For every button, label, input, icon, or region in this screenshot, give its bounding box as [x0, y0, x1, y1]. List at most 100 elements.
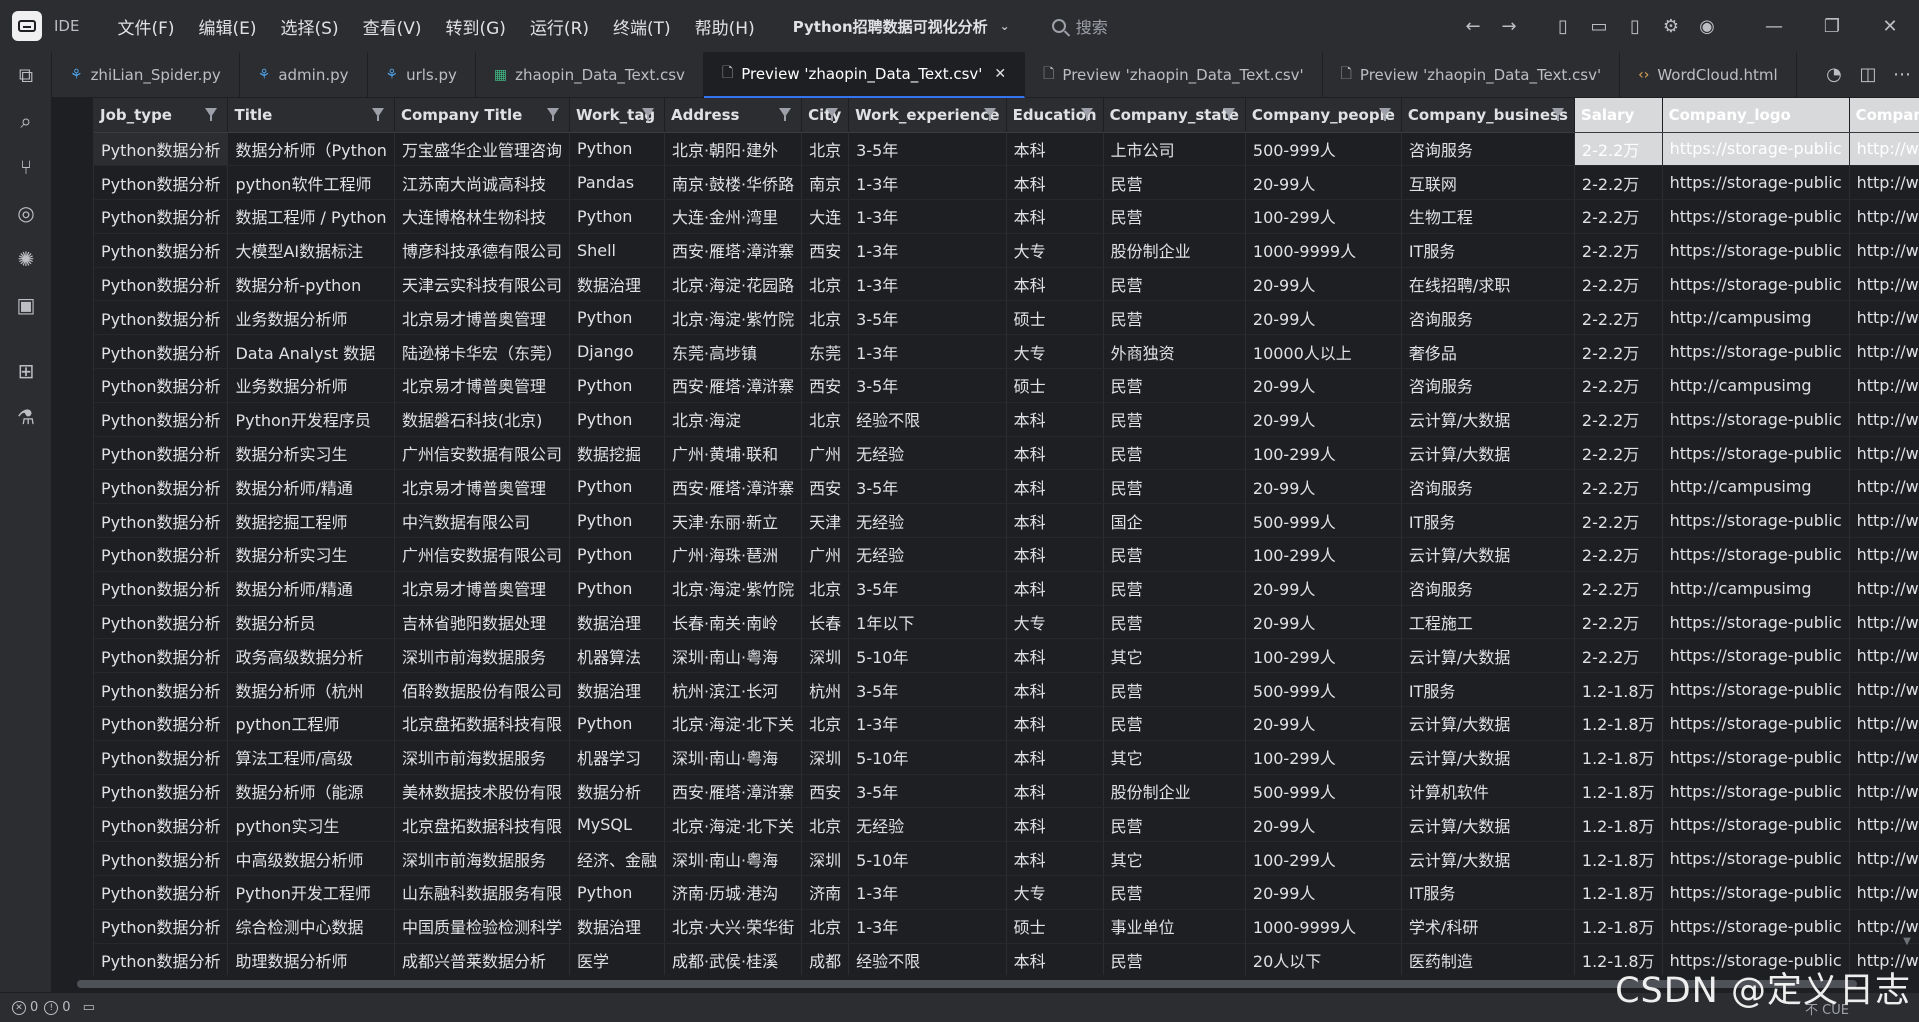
- table-row[interactable]: Python数据分析 大模型AI数据标注 博彦科技承德有限公司 Shell 西安·雁塔·…: [94, 233, 1919, 268]
- table-row[interactable]: Python数据分析 数据挖掘工程师 中汽数据有限公司 Python 天津·东丽·新立天…: [94, 503, 1919, 539]
- project-switcher[interactable]: Python招聘数据可视化分析 ⌄: [793, 16, 1010, 37]
- table-cell[interactable]: https://storage-public: [1662, 334, 1850, 370]
- menu-item[interactable]: 选择(S): [281, 14, 339, 39]
- table-cell[interactable]: 北京: [801, 300, 850, 336]
- table-cell[interactable]: 业务数据分析师: [227, 300, 395, 336]
- table-row[interactable]: Python数据分析 业务数据分析师 北京易才博普奥管理 Python 北京·海淀·紫竹…: [94, 300, 1919, 336]
- column-header[interactable]: Company_logo: [1662, 98, 1850, 133]
- table-row[interactable]: Python数据分析 Python开发程序员 数据磐石科技(北京) Python 北京·…: [94, 402, 1919, 437]
- table-cell[interactable]: 1.2-1.8万: [1574, 875, 1663, 910]
- table-cell[interactable]: Python数据分析: [94, 807, 229, 843]
- table-cell[interactable]: http://www.zhaopin: [1849, 706, 1919, 741]
- table-cell[interactable]: Python数据分析: [94, 740, 229, 775]
- table-cell[interactable]: 民营: [1103, 571, 1246, 606]
- column-header[interactable]: Salary: [1574, 98, 1663, 133]
- table-cell[interactable]: 2-2.2万: [1574, 503, 1663, 539]
- table-cell[interactable]: 20-99人: [1245, 571, 1402, 606]
- table-cell[interactable]: 大专: [1006, 334, 1104, 370]
- table-cell[interactable]: 外商独资: [1103, 334, 1246, 370]
- table-cell[interactable]: 1-3年: [848, 334, 1007, 370]
- scrollbar-thumb[interactable]: [77, 980, 1857, 988]
- table-cell[interactable]: 2-2.2万: [1574, 436, 1663, 471]
- table-cell[interactable]: 民营: [1103, 436, 1246, 471]
- table-cell[interactable]: MySQL: [569, 807, 665, 843]
- table-cell[interactable]: http://www.zhaopin: [1849, 165, 1919, 201]
- tab-5[interactable]: 🗋 Preview 'zhaopin_Data_Text.csv': [1025, 52, 1323, 98]
- table-cell[interactable]: IT服务: [1401, 233, 1575, 268]
- table-cell[interactable]: https://storage-public: [1662, 233, 1850, 268]
- table-cell[interactable]: 3-5年: [848, 672, 1007, 708]
- explorer-icon[interactable]: ⧉: [0, 52, 52, 98]
- table-cell[interactable]: 事业单位: [1103, 909, 1246, 944]
- table-cell[interactable]: 数据分析师（杭州: [227, 672, 395, 708]
- table-cell[interactable]: 北京盘拓数据科技有限: [394, 807, 570, 843]
- table-cell[interactable]: https://storage-public: [1662, 503, 1850, 539]
- table-cell[interactable]: 数据分析师（能源: [227, 774, 395, 809]
- table-cell[interactable]: 东莞: [801, 334, 850, 370]
- column-header[interactable]: Company_business: [1401, 98, 1575, 133]
- table-cell[interactable]: Python数据分析: [94, 199, 229, 234]
- table-cell[interactable]: 北京: [801, 706, 850, 741]
- table-row[interactable]: Python数据分析 综合检测中心数据 中国质量检验检测科学 数据治理 北京·大兴·荣华…: [94, 909, 1919, 944]
- eye-icon[interactable]: ◎: [0, 190, 52, 236]
- table-cell[interactable]: 2-2.2万: [1574, 267, 1663, 302]
- table-cell[interactable]: 2-2.2万: [1574, 537, 1663, 572]
- table-cell[interactable]: python工程师: [227, 706, 395, 741]
- table-cell[interactable]: 大专: [1006, 605, 1104, 640]
- table-cell[interactable]: 20-99人: [1245, 267, 1402, 302]
- table-cell[interactable]: 济南·历城·港沟: [664, 875, 803, 910]
- table-cell[interactable]: Python数据分析: [94, 841, 229, 877]
- table-cell[interactable]: http://www.zhaopin: [1849, 199, 1919, 234]
- table-cell[interactable]: 民营: [1103, 199, 1246, 234]
- menu-item[interactable]: 终端(T): [613, 14, 671, 39]
- table-cell[interactable]: 本科: [1006, 807, 1104, 843]
- table-cell[interactable]: 北京易才博普奥管理: [394, 300, 570, 336]
- table-cell[interactable]: 东莞·高埗镇: [664, 334, 803, 370]
- table-cell[interactable]: IT服务: [1401, 503, 1575, 539]
- table-cell[interactable]: 西安: [801, 233, 850, 268]
- table-cell[interactable]: 20-99人: [1245, 300, 1402, 336]
- table-cell[interactable]: https://storage-public: [1662, 909, 1850, 944]
- table-cell[interactable]: 博彦科技承德有限公司: [394, 233, 570, 268]
- table-cell[interactable]: http://campusimg: [1662, 300, 1850, 336]
- table-cell[interactable]: 北京易才博普奥管理: [394, 571, 570, 606]
- tab-4[interactable]: 🗋 Preview 'zhaopin_Data_Text.csv' ✕: [703, 52, 1026, 98]
- table-cell[interactable]: Python: [569, 706, 665, 741]
- table-cell[interactable]: Python数据分析: [94, 469, 229, 505]
- table-cell[interactable]: http://www.zhaopin: [1849, 300, 1919, 336]
- tab-1[interactable]: ⚘ admin.py: [240, 52, 368, 98]
- table-cell[interactable]: 广州·海珠·琶洲: [664, 537, 803, 572]
- table-cell[interactable]: 大连·金州·湾里: [664, 199, 803, 234]
- table-cell[interactable]: 南京: [801, 165, 850, 201]
- table-cell[interactable]: 20-99人: [1245, 469, 1402, 505]
- table-cell[interactable]: 其它: [1103, 638, 1246, 674]
- arrow-right-icon[interactable]: →: [1491, 8, 1527, 44]
- column-header[interactable]: Company_state: [1103, 98, 1246, 133]
- menu-item[interactable]: 编辑(E): [199, 14, 257, 39]
- table-cell[interactable]: Python: [569, 537, 665, 572]
- table-cell[interactable]: 西安·雁塔·漳浒寨: [664, 774, 803, 809]
- column-header[interactable]: City: [801, 98, 850, 133]
- table-cell[interactable]: http://www.zhaopin: [1849, 132, 1919, 167]
- table-cell[interactable]: 500-999人: [1245, 503, 1402, 539]
- table-row[interactable]: Python数据分析 数据分析实习生 广州信安数据有限公司 Python 广州·海珠·琶…: [94, 537, 1919, 572]
- table-cell[interactable]: 2-2.2万: [1574, 334, 1663, 370]
- table-cell[interactable]: 北京·海淀·花园路: [664, 267, 803, 302]
- table-cell[interactable]: 1.2-1.8万: [1574, 774, 1663, 809]
- table-cell[interactable]: Python数据分析: [94, 503, 229, 539]
- filter-icon[interactable]: [779, 108, 792, 121]
- close-icon[interactable]: ✕: [994, 66, 1006, 82]
- extensions-icon[interactable]: ⊞: [0, 348, 52, 394]
- table-cell[interactable]: 云计算/大数据: [1401, 841, 1575, 877]
- table-cell[interactable]: 深圳: [801, 740, 850, 775]
- table-cell[interactable]: 医学: [569, 943, 665, 975]
- table-cell[interactable]: 股份制企业: [1103, 774, 1246, 809]
- table-cell[interactable]: Python数据分析: [94, 875, 229, 910]
- table-cell[interactable]: 本科: [1006, 571, 1104, 606]
- app-logo-icon[interactable]: [12, 11, 42, 41]
- table-cell[interactable]: 2-2.2万: [1574, 638, 1663, 674]
- filter-icon[interactable]: [1378, 108, 1391, 121]
- table-cell[interactable]: 西安·雁塔·漳浒寨: [664, 469, 803, 505]
- table-cell[interactable]: 20-99人: [1245, 368, 1402, 403]
- table-cell[interactable]: 长春: [801, 605, 850, 640]
